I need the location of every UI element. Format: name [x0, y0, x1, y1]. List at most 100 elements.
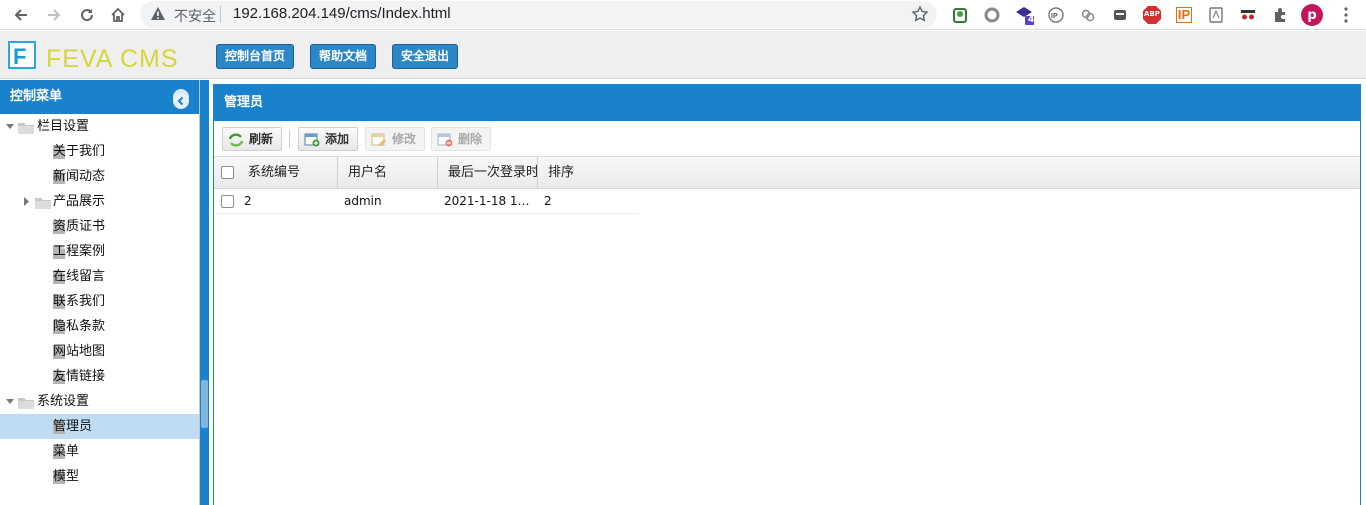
main-panel: 管理员 刷新 添加 修改 删除 系统编号 用户名 最后一次登录时间 排序 [213, 84, 1361, 505]
extension-green-icon[interactable] [949, 4, 971, 26]
tree-folder[interactable]: 栏目设置 [0, 114, 199, 139]
extension-badge-count: 4 [1028, 15, 1035, 25]
tree-item[interactable]: 资质证书 [0, 214, 199, 239]
tree-item[interactable]: 模型 [0, 464, 199, 489]
table-cell: 2021-1-18 1… [444, 194, 530, 208]
tree-item[interactable]: 菜单 [0, 439, 199, 464]
adblock-label: ABP [1144, 10, 1160, 18]
tree-item[interactable]: 关于我们 [0, 139, 199, 164]
reload-icon[interactable] [75, 3, 99, 27]
add-label: 添加 [325, 132, 350, 146]
tree-folder[interactable]: 系统设置 [0, 389, 199, 414]
grid-body: 2 admin 2021-1-18 1… 2 [214, 189, 1360, 214]
tree-label: 关于我们 [53, 144, 106, 159]
table-row[interactable]: 2 admin 2021-1-18 1… 2 [214, 189, 639, 214]
edit-button[interactable]: 修改 [365, 127, 426, 154]
help-docs-button[interactable]: 帮助文档 [310, 44, 377, 69]
tree-item[interactable]: 工程案例 [0, 239, 199, 264]
address-bar[interactable]: 不安全 192.168.204.149/cms/Index.html [140, 1, 937, 28]
extensions-puzzle-icon[interactable] [1269, 4, 1291, 26]
profile-avatar[interactable]: p [1301, 4, 1323, 26]
tree-item[interactable]: 管理员 [0, 414, 199, 439]
warning-icon [150, 6, 166, 26]
logout-button[interactable]: 安全退出 [392, 44, 459, 69]
url-text[interactable]: 192.168.204.149/cms/Index.html [233, 5, 451, 22]
reader-extension-icon[interactable] [1109, 4, 1131, 26]
tree-item[interactable]: 在线留言 [0, 264, 199, 289]
delete-button[interactable]: 删除 [431, 127, 492, 154]
forward-icon[interactable] [42, 3, 66, 27]
row-checkbox[interactable] [221, 195, 234, 208]
logo-text: FEVA CMS [46, 45, 179, 73]
collapse-icon[interactable] [173, 89, 189, 109]
logo-letter: F [13, 44, 26, 69]
extension-badge-icon[interactable]: 4 [1013, 4, 1035, 26]
edit-label: 修改 [392, 132, 417, 146]
grid-header: 系统编号 用户名 最后一次登录时间 排序 [214, 157, 1360, 189]
add-icon [304, 132, 320, 154]
refresh-icon [228, 132, 244, 154]
tree-item[interactable]: 网站地图 [0, 339, 199, 364]
expand-arrow-icon[interactable] [4, 114, 16, 139]
app-header: F FEVA CMS 控制台首页 帮助文档 安全退出 [0, 31, 1366, 79]
back-icon[interactable] [9, 3, 33, 27]
extension-circle-icon[interactable] [981, 4, 1003, 26]
delete-icon [437, 132, 453, 154]
add-button[interactable]: 添加 [298, 127, 359, 154]
home-icon[interactable] [106, 3, 130, 27]
ip-extension-icon[interactable]: IP [1173, 4, 1195, 26]
ip-lookup-icon[interactable]: IP [1045, 4, 1067, 26]
tree-label: 在线留言 [53, 269, 106, 284]
browser-toolbar: 不安全 192.168.204.149/cms/Index.html 4 IP … [0, 0, 1366, 30]
pdf-extension-icon[interactable] [1205, 4, 1227, 26]
collapse-arrow-icon[interactable] [20, 189, 32, 214]
tree-label: 网站地图 [53, 344, 106, 359]
tree-label: 产品展示 [53, 194, 106, 209]
sidebar: 控制菜单 栏目设置关于我们新闻动态产品展示资质证书工程案例在线留言联系我们隐私条… [0, 80, 200, 505]
svg-text:IP: IP [1051, 13, 1058, 20]
tree-item[interactable]: 联系我们 [0, 289, 199, 314]
refresh-label: 刷新 [249, 132, 274, 146]
sidebar-header: 控制菜单 [0, 80, 199, 114]
table-cell: 2 [544, 194, 552, 208]
tree-label: 栏目设置 [37, 119, 90, 134]
table-cell: 2 [244, 194, 252, 208]
column-header-id[interactable]: 系统编号 [214, 157, 338, 189]
tree-item[interactable]: 友情链接 [0, 364, 199, 389]
omnibox-divider [220, 6, 221, 23]
menu-kebab-icon[interactable] [1335, 4, 1357, 26]
profile-initial: p [1307, 7, 1317, 23]
toolbar-separator [289, 130, 290, 148]
tree-label: 系统设置 [37, 394, 90, 409]
tree-label: 模型 [53, 469, 80, 484]
refresh-button[interactable]: 刷新 [222, 127, 283, 154]
tree-label: 隐私条款 [53, 319, 106, 334]
insecure-label: 不安全 [174, 9, 216, 25]
logo-icon: F [8, 41, 36, 69]
menu-tree: 栏目设置关于我们新闻动态产品展示资质证书工程案例在线留言联系我们隐私条款网站地图… [0, 114, 199, 489]
tree-item[interactable]: 隐私条款 [0, 314, 199, 339]
sidebar-splitter[interactable] [200, 80, 209, 505]
console-home-button[interactable]: 控制台首页 [216, 44, 295, 69]
expand-arrow-icon[interactable] [4, 389, 16, 414]
tree-label: 管理员 [53, 419, 93, 434]
bookmark-star-icon[interactable] [911, 5, 929, 27]
ip-extension-label: IP [1175, 7, 1193, 23]
tree-label: 资质证书 [53, 219, 106, 234]
splitter-handle[interactable] [201, 380, 208, 428]
tree-label: 友情链接 [53, 369, 106, 384]
adblock-icon[interactable]: ABP [1141, 4, 1163, 26]
panel-title: 管理员 [214, 85, 1360, 121]
grid-toolbar: 刷新 添加 修改 删除 [214, 121, 1360, 157]
link-extension-icon[interactable] [1077, 4, 1099, 26]
column-header-username[interactable]: 用户名 [338, 157, 438, 189]
tree-folder[interactable]: 产品展示 [0, 189, 199, 214]
column-header-last-login[interactable]: 最后一次登录时间 [438, 157, 538, 189]
incognito-extension-icon[interactable] [1237, 4, 1259, 26]
table-cell: admin [344, 194, 382, 208]
column-header-sort[interactable]: 排序 [538, 157, 638, 189]
tree-label: 菜单 [53, 444, 80, 459]
edit-icon [371, 132, 387, 154]
tree-item[interactable]: 新闻动态 [0, 164, 199, 189]
delete-label: 删除 [458, 132, 483, 146]
